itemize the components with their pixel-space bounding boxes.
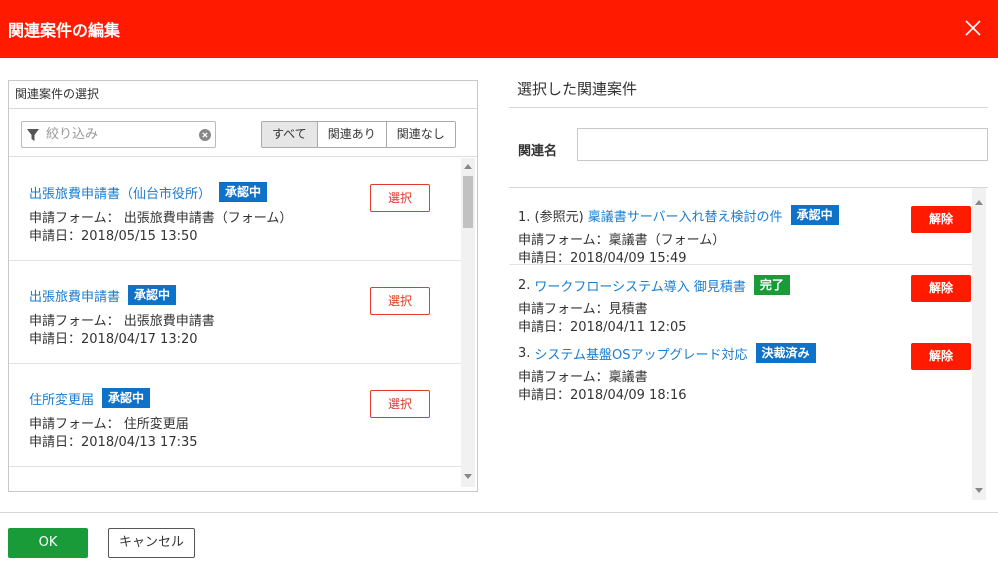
status-badge: 承認中	[790, 205, 839, 225]
remove-button[interactable]: 解除	[911, 343, 971, 370]
relation-filter-tabs: すべて 関連あり 関連なし	[261, 121, 456, 148]
related-list-scrollbar[interactable]	[972, 188, 986, 500]
tab-related[interactable]: 関連あり	[316, 122, 386, 147]
selected-cases-title: 選択した関連案件	[517, 80, 638, 98]
tab-unrelated[interactable]: 関連なし	[385, 122, 455, 147]
ok-button[interactable]: OK	[8, 528, 88, 558]
select-button[interactable]: 選択	[370, 287, 430, 315]
related-case-list: 1. (参照元) 稟議書サーバー入れ替え検討の件 承認中 申請フォーム：稟議書（…	[509, 188, 988, 500]
case-link[interactable]: システム基盤OSアップグレード対応	[534, 344, 747, 363]
status-badge: 承認中	[102, 388, 151, 408]
case-form: 申請フォーム： 出張旅費申請書（フォーム）	[29, 211, 293, 226]
case-form: 申請フォーム：稟議書	[518, 370, 648, 385]
dialog-header: 関連案件の編集	[0, 0, 998, 58]
divider	[509, 107, 988, 108]
divider	[509, 264, 972, 265]
dialog-title: 関連案件の編集	[8, 21, 121, 40]
relation-name-input[interactable]	[577, 128, 988, 161]
item-prefix: 1. (参照元)	[518, 209, 584, 225]
list-item: 住所変更届 承認中 申請フォーム： 住所変更届 申請日：2018/04/13 1…	[9, 364, 461, 467]
case-link[interactable]: 住所変更届	[29, 389, 94, 408]
case-date: 申請日：2018/04/09 18:16	[518, 388, 687, 403]
panel-title: 関連案件の選択	[9, 81, 477, 109]
case-form: 申請フォーム：見積書	[518, 302, 648, 317]
status-badge: 承認中	[128, 285, 177, 305]
case-form: 申請フォーム：稟議書（フォーム）	[518, 233, 726, 248]
scroll-thumb[interactable]	[463, 176, 473, 228]
close-icon[interactable]	[962, 17, 984, 39]
status-badge: 決裁済み	[755, 343, 816, 363]
scroll-down-icon[interactable]	[975, 488, 983, 493]
scroll-up-icon[interactable]	[975, 200, 983, 205]
case-date: 申請日：2018/04/11 12:05	[518, 320, 687, 335]
case-link[interactable]: 出張旅費申請書	[29, 286, 120, 305]
filter-icon	[26, 128, 40, 142]
tab-all[interactable]: すべて	[262, 122, 317, 147]
select-button[interactable]: 選択	[370, 184, 430, 212]
case-list: 出張旅費申請書（仙台市役所） 承認中 申請フォーム： 出張旅費申請書（フォーム）…	[9, 158, 477, 488]
filter-row: すべて 関連あり 関連なし	[9, 109, 477, 157]
case-form: 申請フォーム： 出張旅費申請書	[29, 314, 215, 329]
remove-button[interactable]: 解除	[911, 275, 971, 302]
filter-field[interactable]	[21, 121, 216, 148]
case-link[interactable]: ワークフローシステム導入 御見積書	[534, 276, 745, 295]
relation-name-label: 関連名	[518, 144, 558, 159]
case-link[interactable]: 稟議書サーバー入れ替え検討の件	[588, 206, 783, 225]
item-prefix: 3.	[518, 345, 531, 361]
scroll-down-icon[interactable]	[464, 474, 472, 479]
list-item: 出張旅費申請書（仙台市役所） 承認中 申請フォーム： 出張旅費申請書（フォーム）…	[9, 158, 461, 261]
case-date: 申請日：2018/05/15 13:50	[29, 229, 198, 244]
case-date: 申請日：2018/04/13 17:35	[29, 435, 198, 450]
scroll-up-icon[interactable]	[464, 164, 472, 169]
case-date: 申請日：2018/04/17 13:20	[29, 332, 198, 347]
case-select-panel: 関連案件の選択 すべて 関連あり 関連なし 出張旅費申請書（仙台市役所） 承認中…	[8, 80, 478, 492]
list-item	[9, 467, 461, 488]
status-badge: 承認中	[219, 182, 268, 202]
select-button[interactable]: 選択	[370, 390, 430, 418]
status-badge: 完了	[753, 275, 790, 295]
case-form: 申請フォーム： 住所変更届	[29, 417, 189, 432]
case-link[interactable]: 出張旅費申請書（仙台市役所）	[29, 183, 211, 202]
remove-button[interactable]: 解除	[911, 206, 971, 233]
case-list-scrollbar[interactable]	[461, 158, 475, 487]
item-prefix: 2.	[518, 277, 531, 293]
clear-icon[interactable]	[199, 129, 211, 141]
divider	[0, 512, 998, 513]
list-item: 出張旅費申請書 承認中 申請フォーム： 出張旅費申請書 申請日：2018/04/…	[9, 261, 461, 364]
filter-input[interactable]	[46, 124, 196, 145]
cancel-button[interactable]: キャンセル	[108, 528, 195, 558]
